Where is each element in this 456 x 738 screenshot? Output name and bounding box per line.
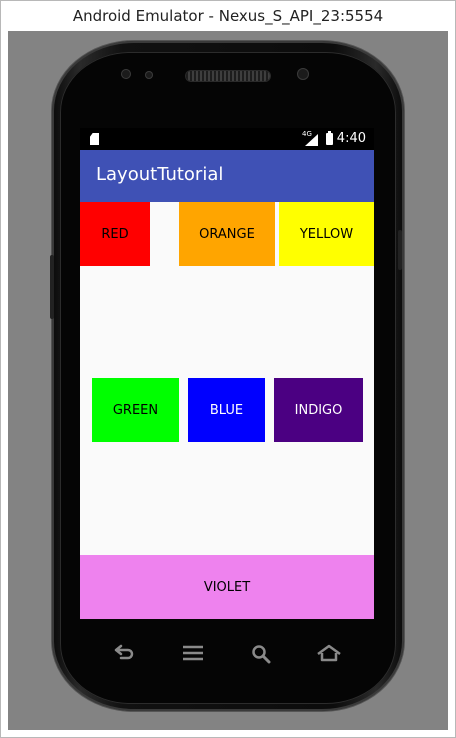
- window-title: Android Emulator - Nexus_S_API_23:5554: [1, 1, 455, 31]
- menu-icon[interactable]: [180, 644, 206, 664]
- device-screen: 4G 4:40 LayoutTutorial RED ORANGE YELLOW…: [80, 128, 374, 619]
- app-bar: LayoutTutorial: [80, 150, 374, 202]
- violet-label: VIOLET: [203, 579, 251, 595]
- indigo-box: INDIGO: [274, 378, 363, 442]
- volume-button[interactable]: [50, 255, 54, 319]
- sd-card-icon: [90, 133, 99, 145]
- red-label: RED: [101, 226, 129, 242]
- indigo-label: INDIGO: [294, 402, 343, 418]
- hardware-nav-bar: [80, 620, 374, 690]
- power-button[interactable]: [398, 230, 402, 270]
- yellow-box: YELLOW: [279, 202, 374, 266]
- search-icon[interactable]: [248, 644, 274, 664]
- blue-box: BLUE: [188, 378, 265, 442]
- app-title: LayoutTutorial: [96, 164, 224, 185]
- orange-label: ORANGE: [199, 226, 255, 242]
- violet-box: VIOLET: [80, 555, 374, 619]
- signal-icon: [305, 134, 318, 146]
- red-box: RED: [80, 202, 150, 266]
- battery-icon: [326, 131, 333, 145]
- green-label: GREEN: [112, 402, 159, 418]
- earpiece-speaker: [186, 71, 270, 81]
- proximity-sensor-icon: [297, 68, 309, 80]
- back-icon[interactable]: [111, 644, 137, 664]
- green-box: GREEN: [92, 378, 179, 442]
- status-bar: 4G 4:40: [80, 128, 374, 150]
- blue-label: BLUE: [209, 402, 244, 418]
- home-icon[interactable]: [316, 644, 342, 664]
- camera-icon: [121, 69, 131, 79]
- status-time: 4:40: [336, 131, 366, 146]
- yellow-label: YELLOW: [299, 226, 354, 242]
- sensor-icon: [145, 71, 153, 79]
- orange-box: ORANGE: [179, 202, 275, 266]
